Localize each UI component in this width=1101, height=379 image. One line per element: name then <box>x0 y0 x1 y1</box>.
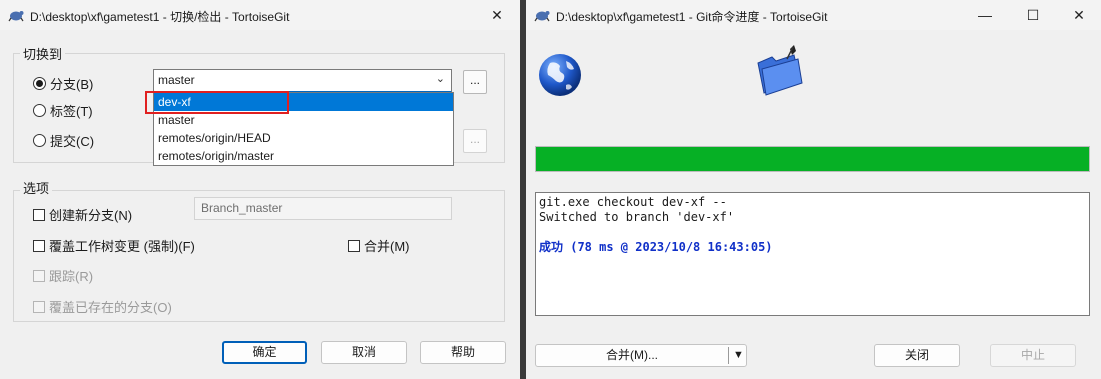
checkbox-box <box>348 239 360 252</box>
checkout-dialog: D:\desktop\xf\gametest1 - 切换/检出 - Tortoi… <box>0 0 520 379</box>
radio-indicator <box>33 134 46 147</box>
progress-close-titlebar-button[interactable]: ✕ <box>1056 0 1101 30</box>
checkout-titlebar: D:\desktop\xf\gametest1 - 切换/检出 - Tortoi… <box>0 0 520 30</box>
branch-radio[interactable]: 分支(B) <box>33 74 93 93</box>
tag-radio-label: 标签(T) <box>50 104 93 119</box>
tortoisegit-icon <box>8 11 24 22</box>
minimize-icon: — <box>978 7 992 23</box>
switch-to-group-label: 切换到 <box>20 44 66 63</box>
radio-indicator <box>33 104 46 117</box>
branch-browse-button[interactable]: ... <box>463 70 487 94</box>
commit-radio-label: 提交(C) <box>50 134 95 149</box>
progress-titlebar: D:\desktop\xf\gametest1 - Git命令进度 - Tort… <box>526 0 1101 30</box>
override-existing-branch-checkbox[interactable]: 覆盖已存在的分支(O) <box>33 297 172 316</box>
output-log[interactable]: git.exe checkout dev-xf -- Switched to b… <box>535 192 1090 316</box>
checkout-title: D:\desktop\xf\gametest1 - 切换/检出 - Tortoi… <box>30 10 290 24</box>
merge-label: 合并(M) <box>364 239 410 254</box>
override-worktree-checkbox[interactable]: 覆盖工作树变更 (强制)(F) <box>33 236 195 255</box>
cancel-button[interactable]: 取消 <box>321 341 407 364</box>
radio-selected-indicator <box>33 77 46 90</box>
new-branch-name-field[interactable]: Branch_master <box>194 197 452 220</box>
dropdown-option[interactable]: remotes/origin/HEAD <box>154 129 453 147</box>
merge-checkbox[interactable]: 合并(M) <box>348 236 410 255</box>
close-icon: ✕ <box>1073 6 1085 23</box>
checkbox-box <box>33 239 45 252</box>
branch-combobox[interactable]: master ⌄ <box>153 69 452 93</box>
ok-button[interactable]: 确定 <box>222 341 307 364</box>
checkbox-box <box>33 208 45 221</box>
tortoisegit-icon <box>534 11 550 22</box>
log-line: Switched to branch 'dev-xf' <box>539 210 735 224</box>
maximize-button[interactable]: ☐ <box>1010 0 1056 30</box>
merge-split-button[interactable]: 合并(M)... ▼ <box>535 344 747 367</box>
minimize-button[interactable]: — <box>962 0 1008 30</box>
create-new-branch-checkbox[interactable]: 创建新分支(N) <box>33 205 132 224</box>
chevron-down-icon[interactable]: ▼ <box>731 345 746 366</box>
close-button[interactable]: 关闭 <box>874 344 960 367</box>
create-new-branch-label: 创建新分支(N) <box>49 208 133 223</box>
checkbox-box <box>33 269 45 282</box>
branch-combobox-value: master <box>158 73 195 87</box>
tag-radio[interactable]: 标签(T) <box>33 101 93 120</box>
options-group-label: 选项 <box>20 178 53 197</box>
folder-icon <box>757 45 803 96</box>
globe-icon <box>539 54 581 96</box>
track-label: 跟踪(R) <box>49 269 94 284</box>
dropdown-option[interactable]: remotes/origin/master <box>154 147 453 165</box>
abort-button[interactable]: 中止 <box>990 344 1076 367</box>
commit-browse-button[interactable]: ... <box>463 129 487 153</box>
help-button[interactable]: 帮助 <box>420 341 506 364</box>
git-progress-dialog: D:\desktop\xf\gametest1 - Git命令进度 - Tort… <box>526 0 1101 379</box>
success-status-line: 成功 (78 ms @ 2023/10/8 16:43:05) <box>539 240 773 254</box>
checkbox-box <box>33 300 45 313</box>
commit-radio[interactable]: 提交(C) <box>33 131 94 150</box>
close-icon: ✕ <box>491 6 503 23</box>
override-existing-branch-label: 覆盖已存在的分支(O) <box>49 300 172 315</box>
progress-bar-fill <box>536 147 1089 171</box>
track-checkbox[interactable]: 跟踪(R) <box>33 266 93 285</box>
progress-bar <box>535 146 1090 172</box>
annotation-highlight-box <box>145 91 289 114</box>
log-line: git.exe checkout dev-xf -- <box>539 195 727 209</box>
maximize-icon: ☐ <box>1026 6 1040 23</box>
split-separator <box>728 347 729 364</box>
override-worktree-label: 覆盖工作树变更 (强制)(F) <box>49 239 195 254</box>
chevron-down-icon: ⌄ <box>435 73 445 85</box>
progress-title: D:\desktop\xf\gametest1 - Git命令进度 - Tort… <box>556 10 828 24</box>
merge-button[interactable]: 合并(M)... <box>536 345 728 366</box>
branch-radio-label: 分支(B) <box>50 77 94 92</box>
checkout-close-button[interactable]: ✕ <box>474 0 520 30</box>
